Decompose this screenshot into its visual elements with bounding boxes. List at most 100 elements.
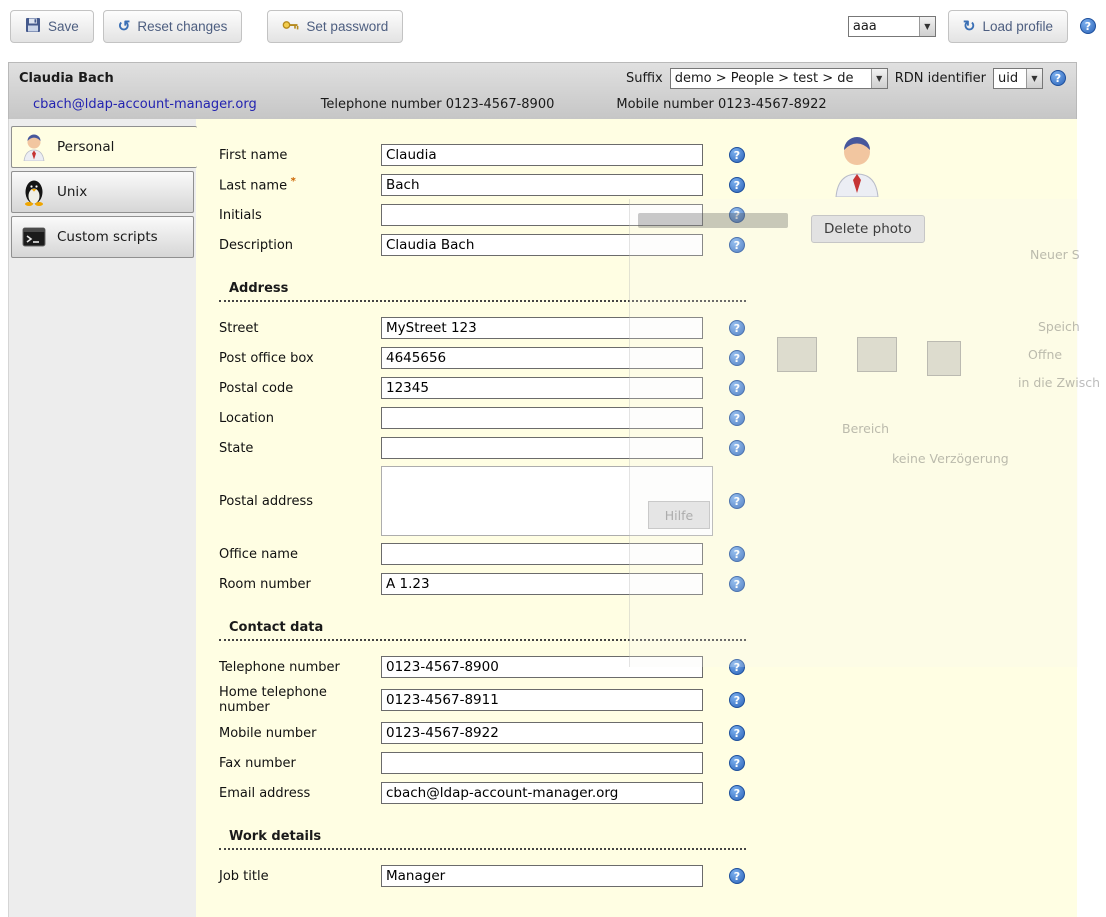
input-wrap	[381, 174, 713, 196]
help-icon[interactable]: ?	[729, 237, 745, 253]
account-header-row2: cbach@ldap-account-manager.org Telephone…	[9, 93, 1076, 119]
toolbar-right: aaa ▼ ↻ Load profile ?	[848, 10, 1096, 43]
first-name-input[interactable]	[381, 144, 703, 166]
required-marker: *	[287, 176, 296, 187]
initials-input[interactable]	[381, 204, 703, 226]
field-label: Location	[219, 411, 381, 426]
help-icon[interactable]: ?	[729, 868, 745, 884]
reset-changes-button[interactable]: ↺ Reset changes	[103, 10, 243, 43]
help-icon[interactable]: ?	[1050, 70, 1066, 86]
set-password-button-label: Set password	[306, 19, 388, 34]
room-number-input[interactable]	[381, 573, 703, 595]
office-name-input[interactable]	[381, 543, 703, 565]
post-office-box-input[interactable]	[381, 347, 703, 369]
sidebar: Personal Unix Custom scripts	[9, 119, 196, 917]
input-wrap	[381, 782, 713, 804]
delete-photo-button[interactable]: Delete photo	[811, 215, 925, 243]
save-icon	[25, 17, 41, 36]
description-input[interactable]	[381, 234, 703, 256]
help-icon[interactable]: ?	[729, 692, 745, 708]
input-wrap	[381, 377, 713, 399]
load-profile-button[interactable]: ↻ Load profile	[948, 10, 1068, 43]
form-row: Mobile number?	[219, 721, 1077, 745]
field-label: First name	[219, 148, 381, 163]
input-wrap	[381, 204, 713, 226]
header-controls: Suffix demo > People > test > de ▼ RDN i…	[626, 68, 1066, 89]
email-address-input[interactable]	[381, 782, 703, 804]
help-icon[interactable]: ?	[729, 410, 745, 426]
last-name-input[interactable]	[381, 174, 703, 196]
field-label: Office name	[219, 547, 381, 562]
postal-code-input[interactable]	[381, 377, 703, 399]
tab-unix[interactable]: Unix	[11, 171, 194, 213]
state-input[interactable]	[381, 437, 703, 459]
field-label: Street	[219, 321, 381, 336]
fax-number-input[interactable]	[381, 752, 703, 774]
rdn-select-value: uid	[994, 71, 1026, 86]
form-row: Location?	[219, 406, 1077, 430]
photo-area: Delete photo	[811, 135, 1021, 243]
help-icon[interactable]: ?	[729, 380, 745, 396]
form-row: Telephone number?	[219, 655, 1077, 679]
account-page: Claudia Bach Suffix demo > People > test…	[8, 62, 1077, 917]
suffix-select[interactable]: demo > People > test > de ▼	[670, 68, 888, 89]
help-icon[interactable]: ?	[729, 576, 745, 592]
help-icon[interactable]: ?	[729, 493, 745, 509]
help-icon[interactable]: ?	[1080, 18, 1096, 34]
job-title-input[interactable]	[381, 865, 703, 887]
help-icon[interactable]: ?	[729, 177, 745, 193]
location-input[interactable]	[381, 407, 703, 429]
tab-unix-label: Unix	[57, 184, 87, 200]
form-row: Post office box?	[219, 346, 1077, 370]
field-label: Room number	[219, 577, 381, 592]
help-icon[interactable]: ?	[729, 755, 745, 771]
input-wrap	[381, 689, 713, 711]
input-wrap	[381, 865, 713, 887]
content-area: Neuer S Speich Offne in die Zwisch Berei…	[196, 119, 1077, 917]
tab-personal[interactable]: Personal	[11, 126, 197, 168]
terminal-icon	[21, 223, 47, 251]
help-icon[interactable]: ?	[729, 320, 745, 336]
mobile-number-input[interactable]	[381, 722, 703, 744]
help-icon[interactable]: ?	[729, 440, 745, 456]
field-label: State	[219, 441, 381, 456]
reset-icon: ↺	[118, 19, 131, 34]
help-icon[interactable]: ?	[729, 659, 745, 675]
page-title: Claudia Bach	[19, 71, 114, 86]
tab-custom-scripts[interactable]: Custom scripts	[11, 216, 194, 258]
input-wrap	[381, 234, 713, 256]
help-icon[interactable]: ?	[729, 725, 745, 741]
rdn-select[interactable]: uid ▼	[993, 68, 1043, 89]
form-row: Postal address?	[219, 466, 1077, 536]
home-telephone-number-input[interactable]	[381, 689, 703, 711]
help-icon[interactable]: ?	[729, 546, 745, 562]
telephone-number-input[interactable]	[381, 656, 703, 678]
input-wrap	[381, 407, 713, 429]
street-input[interactable]	[381, 317, 703, 339]
postal-address-input[interactable]	[381, 466, 713, 536]
input-wrap	[381, 752, 713, 774]
field-label: Post office box	[219, 351, 381, 366]
input-wrap	[381, 144, 713, 166]
field-label: Home telephone number	[219, 685, 381, 715]
form-row: Street?	[219, 316, 1077, 340]
email-link[interactable]: cbach@ldap-account-manager.org	[33, 97, 257, 112]
suffix-select-value: demo > People > test > de	[671, 71, 871, 86]
field-label: Telephone number	[219, 660, 381, 675]
penguin-icon	[21, 178, 47, 206]
help-icon[interactable]: ?	[729, 785, 745, 801]
load-profile-icon: ↻	[963, 19, 976, 34]
key-icon	[282, 19, 299, 34]
field-label: Job title	[219, 869, 381, 884]
reset-button-label: Reset changes	[137, 19, 227, 34]
input-wrap	[381, 317, 713, 339]
form-row: Room number?	[219, 572, 1077, 596]
help-icon[interactable]: ?	[729, 147, 745, 163]
save-button[interactable]: Save	[10, 10, 94, 43]
profile-select[interactable]: aaa ▼	[848, 16, 936, 37]
input-wrap	[381, 656, 713, 678]
help-icon[interactable]: ?	[729, 350, 745, 366]
input-wrap	[381, 347, 713, 369]
help-icon[interactable]: ?	[729, 207, 745, 223]
set-password-button[interactable]: Set password	[267, 10, 403, 43]
